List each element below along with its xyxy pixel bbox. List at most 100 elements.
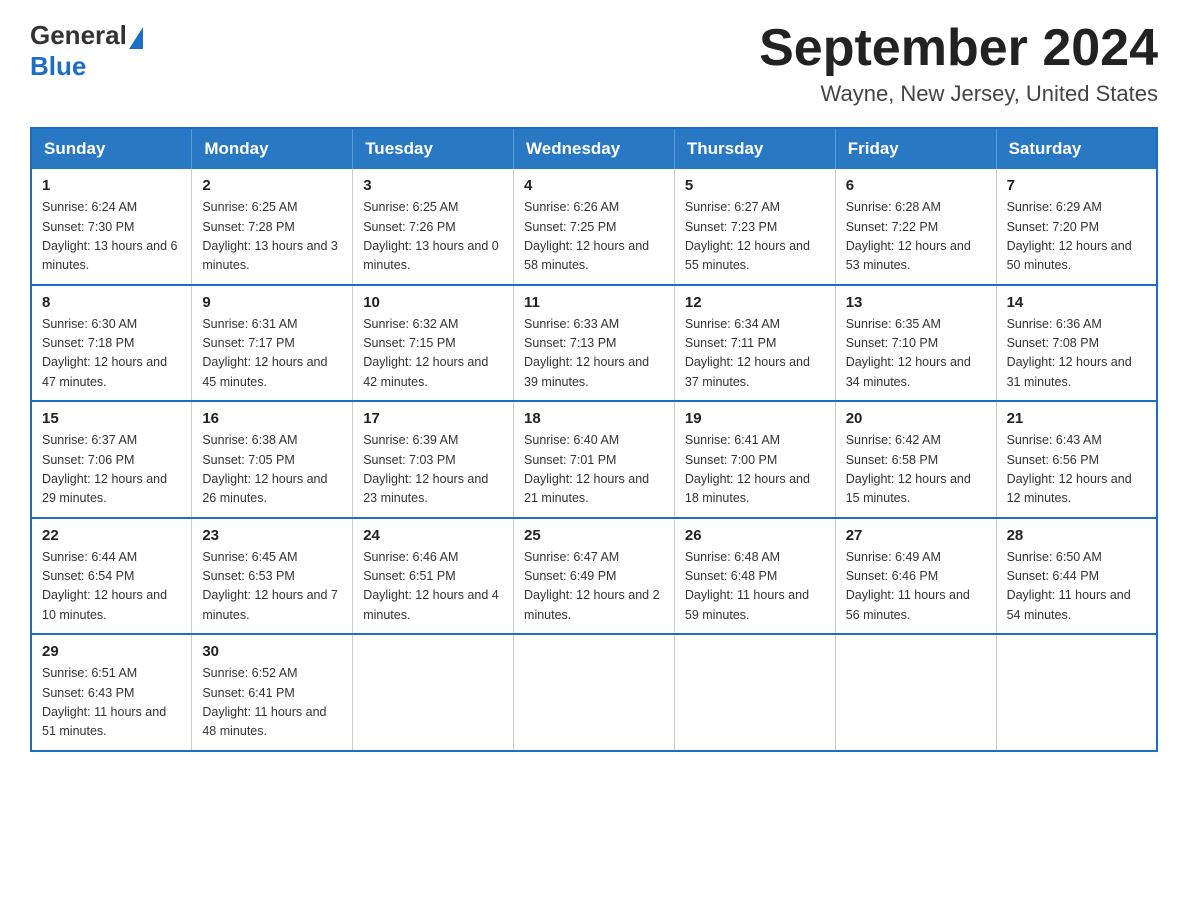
day-number: 10 xyxy=(363,294,503,311)
day-info: Sunrise: 6:52 AM Sunset: 6:41 PM Dayligh… xyxy=(202,664,342,742)
calendar-cell: 13 Sunrise: 6:35 AM Sunset: 7:10 PM Dayli… xyxy=(835,285,996,402)
logo-triangle-icon xyxy=(129,27,143,49)
day-number: 30 xyxy=(202,643,342,660)
calendar-header-row: SundayMondayTuesdayWednesdayThursdayFrid… xyxy=(31,128,1157,169)
day-info: Sunrise: 6:51 AM Sunset: 6:43 PM Dayligh… xyxy=(42,664,181,742)
calendar-cell: 10 Sunrise: 6:32 AM Sunset: 7:15 PM Dayli… xyxy=(353,285,514,402)
calendar-cell: 9 Sunrise: 6:31 AM Sunset: 7:17 PM Daylig… xyxy=(192,285,353,402)
day-info: Sunrise: 6:35 AM Sunset: 7:10 PM Dayligh… xyxy=(846,315,986,393)
day-number: 13 xyxy=(846,294,986,311)
calendar-cell: 24 Sunrise: 6:46 AM Sunset: 6:51 PM Dayli… xyxy=(353,518,514,635)
page-header: General Blue September 2024 Wayne, New J… xyxy=(30,20,1158,107)
day-info: Sunrise: 6:36 AM Sunset: 7:08 PM Dayligh… xyxy=(1007,315,1146,393)
calendar-cell xyxy=(835,634,996,751)
day-number: 4 xyxy=(524,177,664,194)
day-number: 26 xyxy=(685,527,825,544)
logo-blue-text: Blue xyxy=(30,51,86,82)
calendar-week-row: 15Sunrise: 6:37 AM Sunset: 7:06 PM Dayli… xyxy=(31,401,1157,518)
day-info: Sunrise: 6:25 AM Sunset: 7:28 PM Dayligh… xyxy=(202,198,342,276)
calendar-cell xyxy=(353,634,514,751)
calendar-cell: 3 Sunrise: 6:25 AM Sunset: 7:26 PM Daylig… xyxy=(353,169,514,285)
day-info: Sunrise: 6:31 AM Sunset: 7:17 PM Dayligh… xyxy=(202,315,342,393)
calendar-cell: 22Sunrise: 6:44 AM Sunset: 6:54 PM Dayli… xyxy=(31,518,192,635)
day-number: 23 xyxy=(202,527,342,544)
day-number: 24 xyxy=(363,527,503,544)
day-info: Sunrise: 6:48 AM Sunset: 6:48 PM Dayligh… xyxy=(685,548,825,626)
day-of-week-monday: Monday xyxy=(192,128,353,169)
day-info: Sunrise: 6:30 AM Sunset: 7:18 PM Dayligh… xyxy=(42,315,181,393)
day-number: 21 xyxy=(1007,410,1146,427)
calendar-cell xyxy=(996,634,1157,751)
day-number: 25 xyxy=(524,527,664,544)
calendar-cell xyxy=(514,634,675,751)
calendar-cell: 28 Sunrise: 6:50 AM Sunset: 6:44 PM Dayli… xyxy=(996,518,1157,635)
day-info: Sunrise: 6:42 AM Sunset: 6:58 PM Dayligh… xyxy=(846,431,986,509)
day-of-week-wednesday: Wednesday xyxy=(514,128,675,169)
calendar-cell: 27 Sunrise: 6:49 AM Sunset: 6:46 PM Dayli… xyxy=(835,518,996,635)
day-of-week-tuesday: Tuesday xyxy=(353,128,514,169)
day-info: Sunrise: 6:24 AM Sunset: 7:30 PM Dayligh… xyxy=(42,198,181,276)
day-info: Sunrise: 6:29 AM Sunset: 7:20 PM Dayligh… xyxy=(1007,198,1146,276)
calendar-cell: 14Sunrise: 6:36 AM Sunset: 7:08 PM Dayli… xyxy=(996,285,1157,402)
calendar-cell: 4 Sunrise: 6:26 AM Sunset: 7:25 PM Daylig… xyxy=(514,169,675,285)
day-number: 7 xyxy=(1007,177,1146,194)
day-number: 20 xyxy=(846,410,986,427)
day-info: Sunrise: 6:50 AM Sunset: 6:44 PM Dayligh… xyxy=(1007,548,1146,626)
calendar-table: SundayMondayTuesdayWednesdayThursdayFrid… xyxy=(30,127,1158,752)
day-number: 8 xyxy=(42,294,181,311)
day-number: 6 xyxy=(846,177,986,194)
day-number: 27 xyxy=(846,527,986,544)
day-info: Sunrise: 6:41 AM Sunset: 7:00 PM Dayligh… xyxy=(685,431,825,509)
day-number: 22 xyxy=(42,527,181,544)
logo-general-text: General xyxy=(30,20,127,51)
calendar-cell: 11Sunrise: 6:33 AM Sunset: 7:13 PM Dayli… xyxy=(514,285,675,402)
day-number: 19 xyxy=(685,410,825,427)
calendar-week-row: 22Sunrise: 6:44 AM Sunset: 6:54 PM Dayli… xyxy=(31,518,1157,635)
day-info: Sunrise: 6:45 AM Sunset: 6:53 PM Dayligh… xyxy=(202,548,342,626)
day-info: Sunrise: 6:39 AM Sunset: 7:03 PM Dayligh… xyxy=(363,431,503,509)
day-info: Sunrise: 6:43 AM Sunset: 6:56 PM Dayligh… xyxy=(1007,431,1146,509)
calendar-week-row: 1 Sunrise: 6:24 AM Sunset: 7:30 PM Daylig… xyxy=(31,169,1157,285)
day-number: 3 xyxy=(363,177,503,194)
calendar-cell: 21 Sunrise: 6:43 AM Sunset: 6:56 PM Dayli… xyxy=(996,401,1157,518)
day-of-week-sunday: Sunday xyxy=(31,128,192,169)
day-info: Sunrise: 6:34 AM Sunset: 7:11 PM Dayligh… xyxy=(685,315,825,393)
day-info: Sunrise: 6:32 AM Sunset: 7:15 PM Dayligh… xyxy=(363,315,503,393)
calendar-cell: 16Sunrise: 6:38 AM Sunset: 7:05 PM Dayli… xyxy=(192,401,353,518)
calendar-cell: 15Sunrise: 6:37 AM Sunset: 7:06 PM Dayli… xyxy=(31,401,192,518)
day-info: Sunrise: 6:38 AM Sunset: 7:05 PM Dayligh… xyxy=(202,431,342,509)
day-of-week-saturday: Saturday xyxy=(996,128,1157,169)
day-number: 9 xyxy=(202,294,342,311)
calendar-cell: 29 Sunrise: 6:51 AM Sunset: 6:43 PM Dayli… xyxy=(31,634,192,751)
day-number: 12 xyxy=(685,294,825,311)
day-info: Sunrise: 6:49 AM Sunset: 6:46 PM Dayligh… xyxy=(846,548,986,626)
month-title: September 2024 xyxy=(759,20,1158,77)
calendar-cell: 6 Sunrise: 6:28 AM Sunset: 7:22 PM Daylig… xyxy=(835,169,996,285)
day-number: 29 xyxy=(42,643,181,660)
day-info: Sunrise: 6:26 AM Sunset: 7:25 PM Dayligh… xyxy=(524,198,664,276)
calendar-cell: 7 Sunrise: 6:29 AM Sunset: 7:20 PM Daylig… xyxy=(996,169,1157,285)
calendar-cell: 25Sunrise: 6:47 AM Sunset: 6:49 PM Dayli… xyxy=(514,518,675,635)
logo: General Blue xyxy=(30,20,143,82)
calendar-cell: 17 Sunrise: 6:39 AM Sunset: 7:03 PM Dayli… xyxy=(353,401,514,518)
day-number: 11 xyxy=(524,294,664,311)
day-of-week-friday: Friday xyxy=(835,128,996,169)
day-number: 5 xyxy=(685,177,825,194)
day-info: Sunrise: 6:25 AM Sunset: 7:26 PM Dayligh… xyxy=(363,198,503,276)
title-section: September 2024 Wayne, New Jersey, United… xyxy=(759,20,1158,107)
day-number: 28 xyxy=(1007,527,1146,544)
day-number: 15 xyxy=(42,410,181,427)
calendar-cell: 23 Sunrise: 6:45 AM Sunset: 6:53 PM Dayli… xyxy=(192,518,353,635)
day-number: 17 xyxy=(363,410,503,427)
day-number: 2 xyxy=(202,177,342,194)
calendar-cell: 18Sunrise: 6:40 AM Sunset: 7:01 PM Dayli… xyxy=(514,401,675,518)
day-info: Sunrise: 6:28 AM Sunset: 7:22 PM Dayligh… xyxy=(846,198,986,276)
calendar-week-row: 29 Sunrise: 6:51 AM Sunset: 6:43 PM Dayli… xyxy=(31,634,1157,751)
day-number: 1 xyxy=(42,177,181,194)
calendar-cell: 20 Sunrise: 6:42 AM Sunset: 6:58 PM Dayli… xyxy=(835,401,996,518)
calendar-cell: 19 Sunrise: 6:41 AM Sunset: 7:00 PM Dayli… xyxy=(674,401,835,518)
calendar-cell: 5Sunrise: 6:27 AM Sunset: 7:23 PM Daylig… xyxy=(674,169,835,285)
day-info: Sunrise: 6:40 AM Sunset: 7:01 PM Dayligh… xyxy=(524,431,664,509)
day-info: Sunrise: 6:46 AM Sunset: 6:51 PM Dayligh… xyxy=(363,548,503,626)
day-of-week-thursday: Thursday xyxy=(674,128,835,169)
